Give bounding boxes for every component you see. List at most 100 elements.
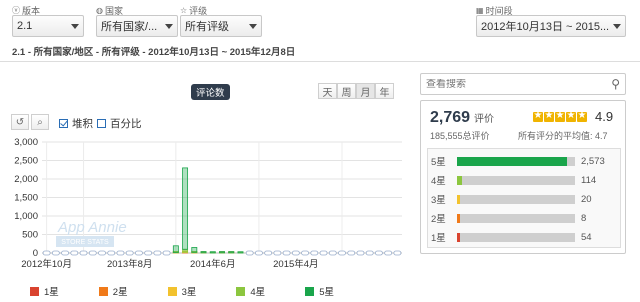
range-button-day[interactable]: 天 bbox=[318, 83, 337, 99]
calendar-icon: ▦ bbox=[476, 6, 484, 15]
average-rating: 4.9 bbox=[595, 109, 614, 124]
bar-segment-5星[interactable] bbox=[172, 245, 179, 253]
bar-segment-5星[interactable] bbox=[228, 251, 235, 254]
reviews-chart: 0 500 1,000 1,500 2,000 2,500 3,000 App Annie S… bbox=[14, 137, 402, 270]
version-select[interactable]: 2.1 bbox=[12, 15, 84, 37]
rating-count-label: 评价 bbox=[474, 114, 495, 125]
star-icon bbox=[555, 110, 565, 122]
rating-row-count: 114 bbox=[581, 174, 597, 186]
bar-segment-5星[interactable] bbox=[209, 251, 216, 254]
range-button-group: 天 周 月 年 bbox=[318, 83, 394, 99]
search-icon[interactable]: ⚲ bbox=[611, 77, 620, 91]
legend-item[interactable]: 4星 bbox=[236, 284, 265, 298]
zero-marker bbox=[328, 250, 337, 256]
rating-row-count: 2,573 bbox=[581, 155, 605, 167]
period-select[interactable]: 2012年10月13日 ~ 2015... bbox=[476, 15, 626, 37]
range-button-month[interactable]: 月 bbox=[356, 83, 375, 99]
star-icon bbox=[533, 110, 543, 122]
search-input[interactable] bbox=[426, 78, 586, 90]
rating-bar-track bbox=[457, 175, 575, 185]
zero-marker bbox=[153, 250, 162, 256]
stacked-checkbox[interactable] bbox=[59, 119, 68, 128]
legend-item[interactable]: 1星 bbox=[30, 284, 59, 298]
rating-bar-fill bbox=[457, 175, 462, 185]
zero-marker bbox=[291, 250, 300, 256]
y-tick-label: 2,000 bbox=[14, 174, 38, 185]
chart-legend: 1星 2星 3星 4星 5星 bbox=[30, 284, 334, 298]
bar-segment-5星[interactable] bbox=[219, 251, 225, 254]
bar-segment-5星[interactable] bbox=[182, 167, 189, 250]
legend-label: 4星 bbox=[250, 287, 266, 298]
legend-swatch bbox=[305, 286, 315, 296]
zero-marker bbox=[51, 250, 60, 256]
chevron-down-icon bbox=[165, 23, 173, 29]
zero-marker bbox=[245, 250, 254, 256]
zero-marker bbox=[144, 250, 153, 256]
rating-bar-track bbox=[457, 213, 575, 223]
bar-segment-5星[interactable] bbox=[191, 247, 198, 253]
zero-marker bbox=[375, 250, 383, 256]
watermark-title: App Annie bbox=[57, 219, 127, 236]
zero-marker bbox=[319, 250, 328, 256]
zero-marker bbox=[310, 250, 319, 256]
x-tick-label: 2013年8月 bbox=[107, 258, 152, 270]
star-icon bbox=[544, 110, 554, 122]
bar-segment-5星[interactable] bbox=[237, 251, 244, 254]
chart-title-badge: 评论数 bbox=[191, 84, 230, 100]
zero-marker bbox=[347, 250, 356, 256]
legend-swatch bbox=[30, 286, 39, 296]
divider bbox=[0, 61, 640, 62]
range-button-year[interactable]: 年 bbox=[375, 83, 394, 99]
zero-marker bbox=[42, 250, 51, 256]
rating-select[interactable]: 所有评级 bbox=[180, 15, 262, 37]
zero-marker bbox=[384, 250, 393, 256]
x-tick-label: 2014年6月 bbox=[190, 258, 235, 270]
rating-bar-track bbox=[457, 156, 575, 166]
zero-marker bbox=[135, 250, 143, 256]
legend-item[interactable]: 3星 bbox=[167, 284, 196, 298]
zero-marker bbox=[365, 250, 374, 256]
zero-marker bbox=[356, 250, 365, 256]
legend-swatch bbox=[98, 286, 108, 296]
bar-segment-5星[interactable] bbox=[200, 251, 207, 254]
rating-count-block: 2,769 评价 bbox=[430, 109, 494, 127]
rating-count: 2,769 bbox=[430, 109, 471, 126]
zero-marker bbox=[88, 250, 97, 256]
legend-item[interactable]: 5星 bbox=[305, 284, 334, 298]
chevron-down-icon bbox=[613, 23, 621, 29]
search-box[interactable]: ⚲ bbox=[420, 73, 626, 95]
bar-segment-4星[interactable] bbox=[182, 248, 189, 253]
legend-swatch bbox=[167, 286, 177, 296]
rating-row-label: 2星 bbox=[431, 214, 446, 225]
rating-bar-fill bbox=[457, 156, 567, 166]
y-tick-label: 1,500 bbox=[14, 193, 38, 204]
rating-row-count: 54 bbox=[581, 231, 592, 243]
rating-row[interactable]: 5星 2,573 bbox=[431, 155, 615, 169]
rating-row[interactable]: 4星 114 bbox=[431, 174, 615, 188]
zero-marker bbox=[301, 250, 309, 256]
star-icon: ☆ bbox=[180, 6, 188, 15]
stacked-toggle[interactable]: 堆积 bbox=[59, 116, 93, 131]
rating-row[interactable]: 1星 54 bbox=[431, 231, 615, 245]
x-tick-label: 2015年4月 bbox=[273, 258, 318, 270]
percent-checkbox[interactable] bbox=[97, 119, 106, 128]
rating-bar-fill bbox=[457, 213, 460, 223]
country-select[interactable]: 所有国家/... bbox=[96, 15, 178, 37]
legend-item[interactable]: 2星 bbox=[98, 284, 128, 298]
zoom-icon[interactable]: ⌕ bbox=[31, 114, 49, 130]
legend-swatch bbox=[236, 286, 246, 296]
range-button-week[interactable]: 周 bbox=[337, 83, 356, 99]
chevron-down-icon bbox=[249, 23, 257, 29]
legend-label: 5星 bbox=[319, 287, 334, 298]
zero-marker bbox=[125, 250, 134, 256]
zero-marker bbox=[273, 250, 282, 256]
rating-row[interactable]: 2星 8 bbox=[431, 212, 615, 226]
reset-zoom-icon[interactable]: ↺ bbox=[11, 114, 29, 130]
percent-toggle[interactable]: 百分比 bbox=[97, 116, 142, 131]
zero-marker bbox=[255, 250, 263, 256]
zero-marker bbox=[282, 250, 291, 256]
rating-row[interactable]: 3星 20 bbox=[431, 193, 615, 207]
rating-row-label: 4星 bbox=[431, 176, 446, 187]
y-tick-label: 0 bbox=[33, 248, 38, 259]
zero-marker bbox=[393, 250, 402, 256]
